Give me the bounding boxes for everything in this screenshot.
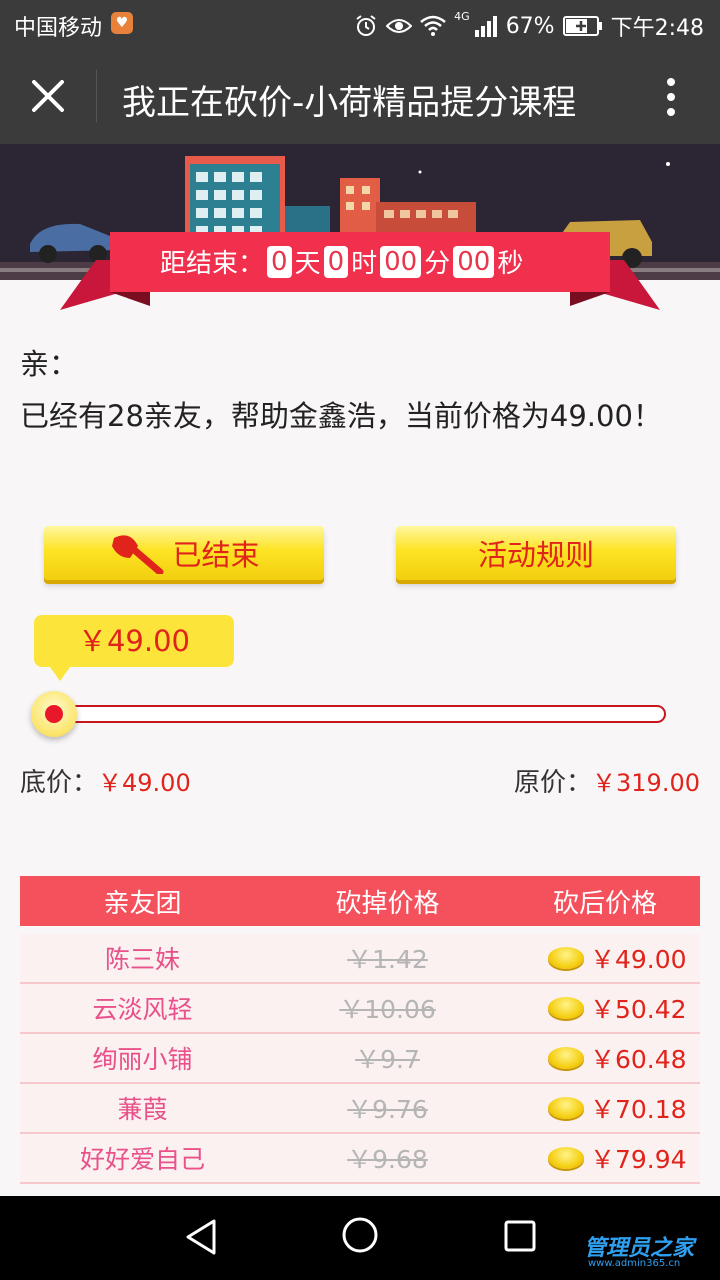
- price-progress-knob: [31, 691, 77, 737]
- helper-name: 绚丽小铺: [92, 1045, 193, 1074]
- countdown-minutes-unit: 分: [424, 249, 451, 279]
- carrier-name: 中国移动: [14, 16, 103, 41]
- price-after-value: ￥49.00: [590, 945, 687, 974]
- column-header-cut-amount: 砍掉价格: [335, 888, 440, 919]
- back-icon[interactable]: [184, 1218, 218, 1256]
- cut-amount: ￥10.06: [339, 995, 436, 1024]
- cut-amount: ￥9.76: [347, 1095, 428, 1124]
- countdown-timer: 距结束： 0 天 0 时 00 分 00 秒: [160, 243, 523, 280]
- table-header: 亲友团 砍掉价格 砍后价格: [20, 876, 700, 926]
- column-header-helpers: 亲友团: [103, 888, 182, 919]
- countdown-days: 0: [267, 245, 292, 278]
- axe-icon: [112, 535, 164, 574]
- price-progress-track: [54, 705, 666, 723]
- page-title: 我正在砍价-小荷精品提分课程: [122, 83, 577, 123]
- price-after-value: ￥50.42: [590, 995, 687, 1024]
- countdown-seconds-unit: 秒: [497, 249, 524, 279]
- coin-icon: [548, 1097, 584, 1119]
- status-bar: 中国移动 ♥ 4G 67% 下午2:48: [0, 0, 720, 48]
- ended-button[interactable]: 已结束: [44, 526, 324, 580]
- coin-icon: [548, 997, 584, 1019]
- more-options-icon[interactable]: [656, 76, 686, 118]
- ended-button-label: 已结束: [172, 538, 260, 572]
- help-summary: 已经有28亲友，帮助金鑫浩，当前价格为49.00！: [20, 399, 662, 433]
- price-after-value: ￥70.18: [590, 1095, 687, 1124]
- countdown-hours-unit: 时: [351, 249, 378, 279]
- price-after: ￥79.94: [510, 1140, 700, 1176]
- countdown-days-unit: 天: [294, 249, 321, 279]
- helpers-table: 亲友团 砍掉价格 砍后价格 陈三妹 ￥1.42 ￥49.00 云淡风轻 ￥10.…: [20, 876, 700, 1184]
- floor-price: 底价：￥49.00: [20, 762, 191, 799]
- price-after: ￥49.00: [510, 940, 700, 976]
- original-price-label: 原价：: [514, 768, 593, 798]
- current-price-bubble: ￥49.00: [34, 615, 234, 681]
- countdown-seconds: 00: [453, 245, 495, 278]
- help-message: 亲： 已经有28亲友，帮助金鑫浩，当前价格为49.00！: [20, 338, 700, 442]
- floor-price-value: ￥49.00: [98, 769, 191, 797]
- greeting: 亲：: [20, 347, 79, 381]
- helper-name: 云淡风轻: [92, 995, 193, 1024]
- rules-button[interactable]: 活动规则: [396, 526, 676, 580]
- table-body: 陈三妹 ￥1.42 ￥49.00 云淡风轻 ￥10.06 ￥50.42 绚丽小铺…: [20, 934, 700, 1184]
- watermark-url: www.admin365.cn: [588, 1258, 681, 1269]
- helper-name: 蒹葭: [117, 1095, 168, 1124]
- column-header-price-after: 砍后价格: [552, 888, 657, 919]
- price-after-value: ￥60.48: [590, 1045, 687, 1074]
- alarm-icon: [356, 15, 376, 36]
- price-after: ￥50.42: [510, 990, 700, 1026]
- coin-icon: [548, 947, 584, 969]
- battery-percent: 67%: [505, 13, 555, 39]
- table-row: 蒹葭 ￥9.76 ￥70.18: [20, 1084, 700, 1134]
- clock: 下午2:48: [610, 16, 704, 41]
- home-icon[interactable]: [341, 1216, 379, 1254]
- helper-name: 好好爱自己: [79, 1145, 205, 1174]
- title-bar: 我正在砍价-小荷精品提分课程: [0, 48, 720, 144]
- countdown-minutes: 00: [380, 245, 422, 278]
- cut-amount: ￥1.42: [347, 945, 428, 974]
- recent-apps-icon[interactable]: [503, 1219, 537, 1253]
- cut-amount: ￥9.7: [355, 1045, 420, 1074]
- eye-icon: [386, 19, 413, 33]
- table-row: 绚丽小铺 ￥9.7 ￥60.48: [20, 1034, 700, 1084]
- wifi-icon: [420, 15, 446, 36]
- title-divider: [96, 70, 97, 122]
- countdown-label: 距结束：: [160, 249, 265, 279]
- price-after: ￥60.48: [510, 1040, 700, 1076]
- countdown-hours: 0: [323, 245, 349, 278]
- original-price: 原价：￥319.00: [514, 762, 700, 799]
- battery-charging-icon: [562, 16, 602, 36]
- table-row: 陈三妹 ￥1.42 ￥49.00: [20, 934, 700, 984]
- table-row: 云淡风轻 ￥10.06 ￥50.42: [20, 984, 700, 1034]
- price-after: ￥70.18: [510, 1090, 700, 1126]
- close-icon[interactable]: [26, 74, 70, 118]
- cut-amount: ￥9.68: [347, 1145, 428, 1174]
- coin-icon: [548, 1147, 584, 1169]
- coin-icon: [548, 1047, 584, 1069]
- price-after-value: ￥79.94: [590, 1145, 687, 1174]
- original-price-value: ￥319.00: [592, 769, 700, 797]
- signal-icon: [474, 16, 497, 37]
- helper-name: 陈三妹: [104, 945, 180, 974]
- rules-button-label: 活动规则: [477, 538, 594, 572]
- floor-price-label: 底价：: [20, 768, 99, 798]
- network-type: 4G: [454, 10, 470, 23]
- app-notification-icon: ♥: [111, 12, 133, 34]
- status-icons: 4G 67% 下午2:48: [354, 10, 704, 42]
- table-row: 好好爱自己 ￥9.68 ￥79.94: [20, 1134, 700, 1184]
- city-banner: [0, 144, 720, 314]
